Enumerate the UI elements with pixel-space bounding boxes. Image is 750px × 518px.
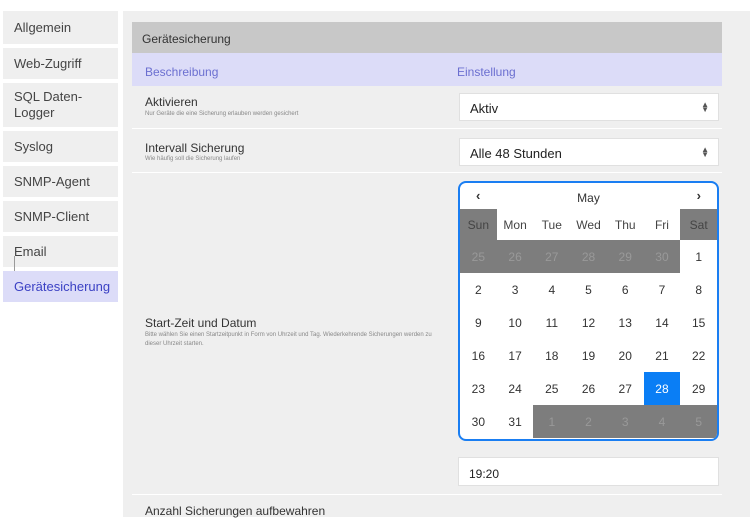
calendar-day[interactable]: 11 <box>533 306 570 339</box>
select-value: Aktiv <box>470 101 499 116</box>
calendar-day[interactable]: 4 <box>643 405 681 438</box>
weekday-label: Wed <box>570 209 607 240</box>
interval-select[interactable]: Alle 48 Stunden ▲ ▼ <box>459 138 719 166</box>
up-down-chevron-icon: ▲ ▼ <box>701 100 709 114</box>
sidebar-item-label: Allgemein <box>14 19 72 35</box>
row-hint: Nur Geräte die eine Sicherung erlauben w… <box>145 111 299 117</box>
calendar-day[interactable]: 28 <box>570 240 607 273</box>
calendar-day[interactable]: 17 <box>497 339 534 372</box>
weekday-label: Tue <box>533 209 571 240</box>
calendar-day[interactable]: 29 <box>606 240 644 273</box>
select-value: Alle 48 Stunden <box>470 146 562 161</box>
row-hint: Bitte wählen Sie einen Startzeitpunkt in… <box>145 332 432 347</box>
weekday-label: Thu <box>606 209 644 240</box>
calendar-day[interactable]: 5 <box>680 405 717 438</box>
calendar-day[interactable]: 26 <box>570 372 607 405</box>
calendar-day[interactable]: 8 <box>680 273 717 306</box>
sidebar-item-sql-daten-logger[interactable]: SQL Daten-Logger <box>3 83 118 127</box>
calendar-day[interactable]: 12 <box>570 306 607 339</box>
weekday-row: Sun Mon Tue Wed Thu Fri Sat <box>460 209 717 240</box>
next-month-button[interactable]: › <box>697 188 701 203</box>
sidebar-item-label: SQL Daten-Logger <box>14 89 83 120</box>
sidebar-item-email[interactable]: Email <box>3 236 118 267</box>
calendar-day[interactable]: 6 <box>607 273 644 306</box>
column-header: Beschreibung Einstellung <box>132 53 722 86</box>
calendar-day[interactable]: 24 <box>497 372 534 405</box>
calendar-day[interactable]: 15 <box>680 306 717 339</box>
sidebar-item-snmp-client[interactable]: SNMP-Client <box>3 201 118 232</box>
calendar-month: May <box>577 191 600 205</box>
weekday-label: Fri <box>643 209 681 240</box>
sidebar-item-label: SNMP-Agent <box>14 173 90 189</box>
calendar-day-selected[interactable]: 28 <box>643 372 681 405</box>
row-hint: Wie häufig soll die Sicherung laufen <box>145 156 241 162</box>
sidebar-item-label: Syslog <box>14 138 54 154</box>
calendar-day[interactable]: 18 <box>533 339 570 372</box>
calendar-day[interactable]: 21 <box>644 339 681 372</box>
row-keep: Anzahl Sicherungen aufbewahren <box>132 494 722 518</box>
row-activate: Aktivieren Nur Geräte die eine Sicherung… <box>132 86 722 128</box>
calendar-day[interactable]: 3 <box>606 405 644 438</box>
column-description: Beschreibung <box>145 65 219 79</box>
row-label: Start-Zeit und Datum <box>145 316 257 330</box>
row-label: Intervall Sicherung <box>145 141 245 155</box>
section-title: Gerätesicherung <box>132 22 722 53</box>
weekday-label: Mon <box>496 209 534 240</box>
calendar-day[interactable]: 13 <box>607 306 644 339</box>
calendar-day[interactable]: 30 <box>460 405 497 438</box>
calendar-day[interactable]: 23 <box>460 372 497 405</box>
calendar-day[interactable]: 1 <box>680 240 717 273</box>
calendar-day[interactable]: 26 <box>496 240 534 273</box>
sidebar-item-label: Web-Zugriff <box>14 55 82 71</box>
row-label: Aktivieren <box>145 95 198 109</box>
sidebar-item-label: Gerätesicherung <box>14 278 111 294</box>
calendar-grid: Sun Mon Tue Wed Thu Fri Sat 25 26 27 28 … <box>460 209 717 438</box>
calendar-day[interactable]: 1 <box>533 405 571 438</box>
calendar-day[interactable]: 16 <box>460 339 497 372</box>
week-row: 2 3 4 5 6 7 8 <box>460 273 717 306</box>
calendar-day[interactable]: 2 <box>570 405 607 438</box>
calendar-day[interactable]: 20 <box>607 339 644 372</box>
calendar-day[interactable]: 19 <box>570 339 607 372</box>
calendar-day[interactable]: 2 <box>460 273 497 306</box>
calendar-day[interactable]: 3 <box>497 273 534 306</box>
sidebar-item-snmp-agent[interactable]: SNMP-Agent <box>3 166 118 197</box>
calendar-day[interactable]: 25 <box>460 240 497 273</box>
calendar-day[interactable]: 31 <box>497 405 534 438</box>
calendar-day[interactable]: 27 <box>607 372 644 405</box>
row-label: Anzahl Sicherungen aufbewahren <box>145 504 326 518</box>
calendar-day[interactable]: 10 <box>497 306 534 339</box>
calendar-day[interactable]: 4 <box>533 273 570 306</box>
sidebar-item-web-zugriff[interactable]: Web-Zugriff <box>3 48 118 79</box>
week-row: 30 31 1 2 3 4 5 <box>460 405 717 438</box>
weekday-label: Sat <box>680 209 717 240</box>
row-interval: Intervall Sicherung Wie häufig soll die … <box>132 128 722 172</box>
calendar-header: ‹ May › <box>460 183 717 209</box>
week-row: 9 10 11 12 13 14 15 <box>460 306 717 339</box>
sidebar-item-label: SNMP-Client <box>14 208 90 224</box>
sidebar-item-syslog[interactable]: Syslog <box>3 131 118 162</box>
date-picker: ‹ May › Sun Mon Tue Wed Thu Fri Sat 25 2… <box>458 181 719 441</box>
week-row: 25 26 27 28 29 30 1 <box>460 240 717 273</box>
week-row: 16 17 18 19 20 21 22 <box>460 339 717 372</box>
sidebar-item-allgemein[interactable]: Allgemein <box>3 11 118 44</box>
calendar-day[interactable]: 30 <box>643 240 681 273</box>
calendar-day[interactable]: 5 <box>570 273 607 306</box>
sidebar-nav: Allgemein Web-Zugriff SQL Daten-Logger S… <box>3 11 118 306</box>
sidebar-item-label: Email <box>14 243 47 259</box>
activate-select[interactable]: Aktiv ▲ ▼ <box>459 93 719 121</box>
start-time-input[interactable]: 19:20 <box>458 457 719 486</box>
calendar-day[interactable]: 25 <box>533 372 570 405</box>
calendar-day[interactable]: 7 <box>644 273 681 306</box>
up-down-chevron-icon: ▲ ▼ <box>701 145 709 159</box>
calendar-day[interactable]: 29 <box>680 372 717 405</box>
weekday-label: Sun <box>460 209 497 240</box>
calendar-day[interactable]: 22 <box>680 339 717 372</box>
sidebar-item-geraetesicherung[interactable]: Gerätesicherung <box>3 256 118 302</box>
calendar-day[interactable]: 9 <box>460 306 497 339</box>
week-row: 23 24 25 26 27 28 29 <box>460 372 717 405</box>
calendar-day[interactable]: 27 <box>533 240 571 273</box>
column-setting: Einstellung <box>457 65 516 79</box>
calendar-day[interactable]: 14 <box>644 306 681 339</box>
